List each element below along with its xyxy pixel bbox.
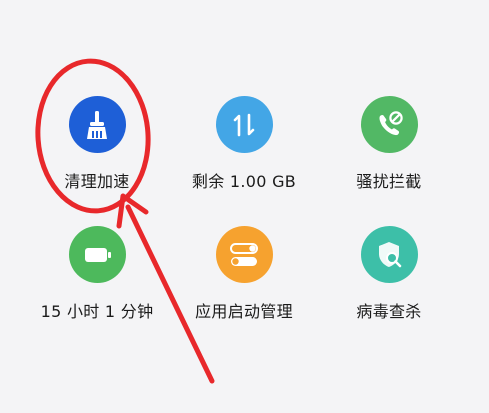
tile-label-cleanup: 清理加速 (64, 172, 130, 191)
tile-label-virus-scan: 病毒查杀 (356, 302, 422, 321)
phone-block-icon (360, 96, 418, 153)
toggle-switches-icon (215, 226, 273, 283)
tile-cleanup[interactable]: 清理加速 (22, 96, 172, 226)
tile-label-storage: 剩余 1.00 GB (191, 172, 297, 191)
tile-virus-scan[interactable]: 病毒查杀 (314, 226, 464, 356)
tile-app-launch[interactable]: 应用启动管理 (169, 226, 319, 356)
transfer-arrows-icon (215, 96, 273, 153)
tile-storage[interactable]: 剩余 1.00 GB (169, 96, 319, 226)
battery-icon (68, 226, 126, 283)
tile-harassment[interactable]: 骚扰拦截 (314, 96, 464, 226)
phone-manager-grid: 清理加速 剩余 1.00 GB 骚扰拦截 15 小时 1 分钟 应用启动管理 病… (0, 0, 489, 413)
broom-icon (68, 96, 126, 153)
tile-battery[interactable]: 15 小时 1 分钟 (22, 226, 172, 356)
shield-search-icon (360, 226, 418, 283)
tile-label-app-launch: 应用启动管理 (195, 302, 293, 321)
tile-label-harassment: 骚扰拦截 (356, 172, 422, 191)
tile-label-battery: 15 小时 1 分钟 (40, 302, 154, 321)
